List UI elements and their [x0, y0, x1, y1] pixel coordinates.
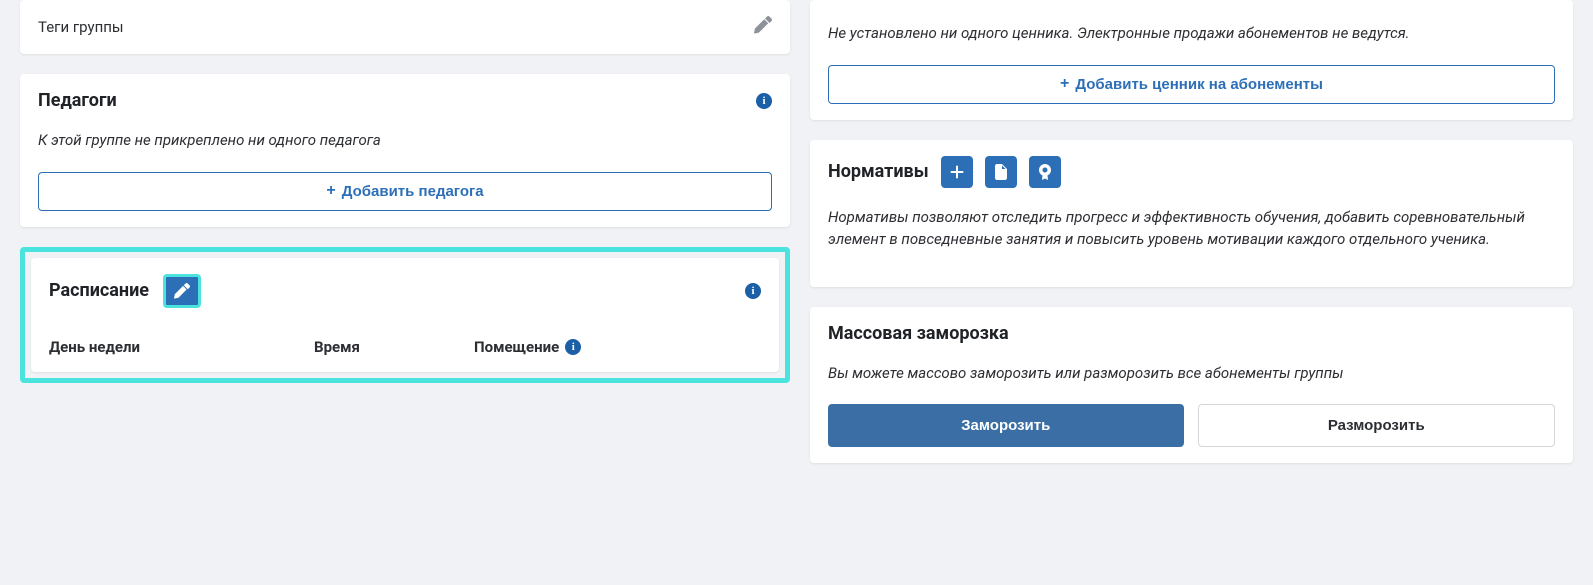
info-icon[interactable] [756, 93, 772, 109]
pricing-empty: Не установлено ни одного ценника. Электр… [828, 22, 1555, 45]
teachers-empty: К этой группе не прикреплено ни одного п… [38, 129, 772, 152]
edit-schedule-button[interactable] [163, 274, 201, 308]
col-room: Помещение [474, 338, 761, 356]
freeze-title: Массовая заморозка [828, 323, 1555, 344]
schedule-header-row: День недели Время Помещение [49, 338, 761, 356]
tags-label: Теги группы [38, 18, 124, 36]
norms-title: Нормативы [828, 161, 929, 182]
add-norm-button[interactable] [941, 156, 973, 188]
info-icon[interactable] [565, 339, 581, 355]
schedule-card: Расписание День недели Время Помещение [31, 258, 779, 372]
tags-card: Теги группы [20, 0, 790, 54]
norm-file-button[interactable] [985, 156, 1017, 188]
col-room-label: Помещение [474, 338, 559, 356]
teachers-card: Педагоги К этой группе не прикреплено ни… [20, 74, 790, 227]
schedule-title: Расписание [49, 274, 201, 308]
unfreeze-button[interactable]: Разморозить [1198, 404, 1556, 447]
col-day: День недели [49, 338, 314, 356]
plus-icon: + [1060, 76, 1069, 92]
pricing-card: Не установлено ни одного ценника. Электр… [810, 0, 1573, 120]
teachers-title: Педагоги [38, 90, 117, 111]
norms-desc: Нормативы позволяют отследить прогресс и… [828, 206, 1555, 251]
norms-card: Нормативы Нормативы позволяют отследить … [810, 140, 1573, 287]
add-teacher-label: Добавить педагога [342, 183, 484, 200]
add-pricing-button[interactable]: + Добавить ценник на абонементы [828, 65, 1555, 104]
plus-icon: + [326, 183, 335, 199]
col-time: Время [314, 338, 474, 356]
add-teacher-button[interactable]: + Добавить педагога [38, 172, 772, 211]
info-icon[interactable] [745, 283, 761, 299]
freeze-card: Массовая заморозка Вы можете массово зам… [810, 307, 1573, 464]
add-pricing-label: Добавить ценник на абонементы [1075, 76, 1323, 93]
freeze-desc: Вы можете массово заморозить или разморо… [828, 362, 1555, 385]
norm-badge-button[interactable] [1029, 156, 1061, 188]
schedule-title-text: Расписание [49, 280, 149, 301]
freeze-button[interactable]: Заморозить [828, 404, 1184, 447]
schedule-highlight: Расписание День недели Время Помещение [20, 247, 790, 383]
edit-tags-icon[interactable] [754, 16, 772, 38]
